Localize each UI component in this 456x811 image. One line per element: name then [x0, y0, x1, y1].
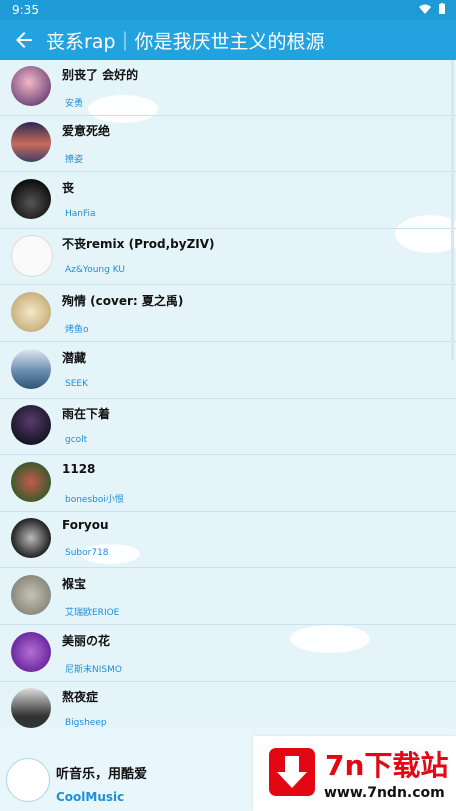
app-bar: 丧系rap｜你是我厌世主义的根源 — [0, 20, 456, 60]
footer-brand: CoolMusic — [56, 790, 125, 804]
wifi-icon — [419, 4, 431, 14]
status-bar: 9:35 — [0, 0, 456, 20]
song-title: 雨在下着 — [62, 407, 111, 421]
song-list[interactable]: 别丧了 会好的 安勇 爱意死绝 撩姿 丧 HanFia 不丧remix (Pro… — [0, 60, 456, 728]
song-title: 爱意死绝 — [62, 124, 111, 138]
scrollbar[interactable] — [451, 60, 454, 360]
watermark-title: 7n下载站 — [325, 749, 449, 782]
song-cover — [11, 235, 53, 277]
song-cover — [11, 122, 51, 162]
song-row[interactable]: 褓宝 艾瑞欧ERIOE — [0, 569, 456, 625]
song-title: 1128 — [62, 462, 96, 476]
song-artist: Bigsheep — [65, 718, 107, 728]
battery-icon — [439, 3, 445, 14]
back-arrow-icon[interactable] — [12, 28, 36, 52]
song-title: 褓宝 — [62, 577, 87, 591]
song-artist: 撩姿 — [65, 155, 84, 165]
song-title: 熬夜症 — [62, 690, 99, 704]
song-title: 殉情 (cover: 夏之禹) — [62, 294, 184, 308]
song-row[interactable]: 殉情 (cover: 夏之禹) 烤鱼o — [0, 286, 456, 342]
song-artist: 烤鱼o — [65, 325, 89, 335]
song-artist: 尼斯末NISMO — [65, 665, 122, 675]
song-artist: gcolt — [65, 435, 88, 445]
song-row[interactable]: 不丧remix (Prod,byZIV) Az&Young KU — [0, 229, 456, 285]
song-cover — [11, 518, 51, 558]
song-row[interactable]: 潜藏 SEEK — [0, 343, 456, 399]
song-row[interactable]: 爱意死绝 撩姿 — [0, 116, 456, 172]
song-title: 丧 — [62, 181, 75, 195]
page-title: 丧系rap｜你是我厌世主义的根源 — [46, 31, 325, 53]
song-row[interactable]: 美丽の花 尼斯末NISMO — [0, 626, 456, 682]
song-title: 不丧remix (Prod,byZIV) — [62, 237, 215, 251]
song-row[interactable]: 雨在下着 gcolt — [0, 399, 456, 455]
song-cover — [11, 349, 51, 389]
status-icons — [418, 3, 446, 15]
song-cover — [11, 575, 51, 615]
song-title: 潜藏 — [62, 351, 87, 365]
site-watermark: 7n下载站 www.7ndn.com — [253, 736, 456, 811]
song-artist: bonesboi小恨 — [65, 495, 124, 505]
song-title: 美丽の花 — [62, 634, 111, 648]
song-cover — [11, 66, 51, 106]
song-row[interactable]: Foryou Subor718 — [0, 512, 456, 568]
song-row[interactable]: 丧 HanFia — [0, 173, 456, 229]
song-row[interactable]: 1128 bonesboi小恨 — [0, 456, 456, 512]
song-cover — [11, 179, 51, 219]
song-cover — [11, 632, 51, 672]
song-artist: 安勇 — [65, 99, 84, 109]
watermark-url: www.7ndn.com — [324, 785, 445, 801]
song-cover — [11, 405, 51, 445]
song-artist: SEEK — [65, 379, 88, 389]
download-icon — [269, 748, 315, 796]
song-artist: HanFia — [65, 209, 96, 219]
song-row[interactable]: 别丧了 会好的 安勇 — [0, 60, 456, 116]
song-cover — [11, 292, 51, 332]
footer-slogan: 听音乐，用酷爱 — [56, 767, 148, 782]
song-title: Foryou — [62, 518, 109, 532]
song-row[interactable]: 熬夜症 Bigsheep — [0, 682, 456, 728]
song-artist: 艾瑞欧ERIOE — [65, 608, 120, 618]
status-time: 9:35 — [12, 3, 39, 17]
song-artist: Az&Young KU — [65, 265, 125, 275]
song-artist: Subor718 — [65, 548, 109, 558]
song-cover — [11, 462, 51, 502]
app-logo — [6, 758, 50, 802]
song-cover — [11, 688, 51, 728]
song-title: 别丧了 会好的 — [62, 68, 139, 82]
